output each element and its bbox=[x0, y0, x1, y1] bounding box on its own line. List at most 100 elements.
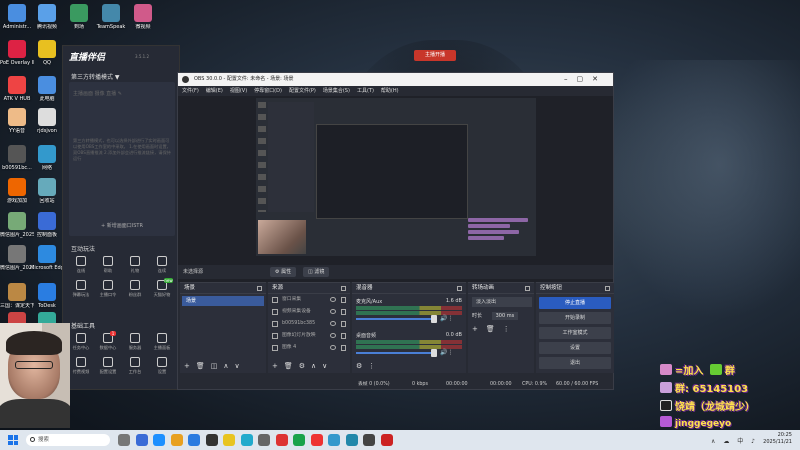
desktop-icon[interactable]: PoE Overlay II Standal... bbox=[0, 40, 34, 66]
scene-item[interactable]: 场景 bbox=[182, 296, 264, 306]
transition-toolbar[interactable]: +🗑⋮ bbox=[472, 325, 530, 333]
mode-dropdown[interactable]: 第三方转播模式 ▼ bbox=[71, 72, 120, 81]
lock-icon[interactable] bbox=[341, 309, 346, 315]
taskbar-app-icon[interactable] bbox=[118, 434, 130, 446]
tool-button[interactable]: 付费视频 bbox=[69, 357, 93, 375]
desktop-icon[interactable]: 腾讯视频 bbox=[30, 4, 64, 30]
tool-button[interactable]: 礼物 bbox=[123, 256, 147, 274]
desktop-icon[interactable]: TeamSpeak bbox=[94, 4, 128, 30]
scenes-toolbar[interactable]: +🗑◫∧∨ bbox=[180, 360, 266, 373]
taskbar-app-icon[interactable] bbox=[240, 434, 253, 446]
speaker-icon[interactable]: 🔊⋮ bbox=[440, 349, 453, 356]
volume-slider[interactable] bbox=[356, 349, 437, 357]
menu-item[interactable]: 帮助(H) bbox=[381, 88, 399, 94]
tool-button[interactable]: 任务中心 bbox=[69, 333, 93, 351]
tool-button[interactable]: 数据中心 1 bbox=[96, 331, 120, 351]
scene-tabs[interactable]: 主播画面 摄像 直播 ✎ bbox=[73, 90, 122, 97]
taskbar-app-icon[interactable] bbox=[223, 434, 235, 446]
taskbar-app-icon[interactable] bbox=[188, 434, 200, 446]
dock-float-icon[interactable] bbox=[525, 286, 530, 291]
menu-item[interactable]: 停靠窗口(D) bbox=[254, 88, 282, 94]
taskbar-app-icon[interactable] bbox=[328, 434, 340, 446]
desktop-icon[interactable]: YY语音 bbox=[0, 108, 34, 134]
desktop-icon[interactable]: rjdsjvon bbox=[30, 108, 64, 134]
tool-button[interactable]: 连线 bbox=[69, 256, 93, 274]
control-button[interactable]: 退出 bbox=[539, 357, 611, 369]
visibility-eye-icon[interactable] bbox=[330, 309, 336, 314]
taskbar-app-icon[interactable] bbox=[135, 434, 148, 446]
source-item[interactable]: 图像幻灯片放映 bbox=[268, 330, 350, 342]
mixer-toolbar[interactable]: ⚙⋮ bbox=[352, 360, 466, 373]
lock-icon[interactable] bbox=[341, 333, 346, 339]
control-button[interactable]: 开始录制 bbox=[539, 312, 611, 324]
tray-icons[interactable]: ∧ ☁ 中 ♪ bbox=[711, 436, 758, 445]
taskbar-app-icon[interactable] bbox=[275, 434, 288, 446]
visibility-eye-icon[interactable] bbox=[330, 321, 336, 326]
source-item[interactable]: 窗口采集 bbox=[268, 294, 350, 306]
visibility-eye-icon[interactable] bbox=[330, 333, 336, 338]
menu-item[interactable]: 工具(T) bbox=[357, 88, 374, 94]
control-button[interactable]: 停止直播 bbox=[539, 297, 611, 309]
window-controls[interactable]: –▢✕ bbox=[564, 73, 607, 86]
control-button[interactable]: 工作室模式 bbox=[539, 327, 611, 339]
menu-item[interactable]: 场景集合(S) bbox=[323, 88, 350, 94]
add-scene-button[interactable]: + 新增画面口ISTR bbox=[101, 222, 143, 229]
start-live-button[interactable]: 主播开播 bbox=[414, 50, 456, 61]
dock-float-icon[interactable] bbox=[605, 286, 610, 291]
menu-item[interactable]: 配置文件(P) bbox=[289, 88, 316, 94]
taskbar-app-icon[interactable] bbox=[380, 434, 393, 446]
taskbar-app-icon[interactable] bbox=[153, 434, 165, 446]
source-item[interactable]: 图像 4 bbox=[268, 342, 350, 354]
dock-float-icon[interactable] bbox=[341, 286, 346, 291]
taskbar-app-icon[interactable] bbox=[363, 434, 375, 446]
desktop-icon[interactable]: 微视频 bbox=[126, 4, 160, 30]
menu-item[interactable]: 视图(V) bbox=[230, 88, 247, 94]
taskbar-app-icon[interactable] bbox=[258, 434, 270, 446]
source-item[interactable]: b00591bc385 bbox=[268, 318, 350, 330]
desktop-icon[interactable]: 到场 bbox=[62, 4, 96, 30]
source-item[interactable]: 视频采集设备 bbox=[268, 306, 350, 318]
properties-button[interactable]: ⚙ 属性 bbox=[270, 267, 297, 277]
visibility-eye-icon[interactable] bbox=[330, 345, 336, 350]
desktop-icon[interactable]: 微信图片_2025040... bbox=[0, 245, 34, 271]
desktop-icon[interactable]: b00591bc... bbox=[0, 145, 34, 171]
windows-start-icon[interactable] bbox=[8, 435, 18, 445]
tool-button[interactable]: 主播口令 bbox=[96, 280, 120, 298]
tool-button[interactable]: 设置 bbox=[150, 357, 174, 375]
taskbar-app-icon[interactable] bbox=[293, 434, 305, 446]
menu-item[interactable]: 编辑(E) bbox=[206, 88, 223, 94]
tool-button[interactable]: 粉丝群 bbox=[123, 280, 147, 298]
tool-button[interactable]: 服务器 bbox=[123, 333, 147, 351]
slider-knob[interactable] bbox=[431, 349, 437, 357]
lock-icon[interactable] bbox=[341, 345, 346, 351]
desktop-icon[interactable]: 三国：谋定天下 bbox=[0, 283, 34, 309]
desktop-icon[interactable]: ATK V HUB bbox=[0, 76, 34, 102]
desktop-icon[interactable]: 此电脑 bbox=[30, 76, 64, 102]
volume-slider[interactable] bbox=[356, 315, 437, 323]
dock-float-icon[interactable] bbox=[257, 286, 262, 291]
transition-select[interactable]: 淡入淡出 bbox=[472, 297, 532, 307]
desktop-icon[interactable]: 网络 bbox=[30, 145, 64, 171]
dock-float-icon[interactable] bbox=[457, 286, 462, 291]
lock-icon[interactable] bbox=[341, 321, 346, 327]
desktop-icon[interactable]: ToDesk bbox=[30, 283, 64, 309]
desktop-icon[interactable]: 游戏加加 bbox=[0, 178, 34, 204]
taskbar-app-icon[interactable] bbox=[170, 434, 183, 446]
slider-knob[interactable] bbox=[431, 315, 437, 323]
desktop-icon[interactable]: QQ bbox=[30, 40, 64, 66]
tool-button[interactable]: 天猫好物 new bbox=[150, 278, 174, 298]
taskbar-app-icon[interactable] bbox=[205, 434, 218, 446]
filters-button[interactable]: ◫ 滤镜 bbox=[303, 267, 330, 277]
tool-button[interactable]: 配置设置 bbox=[96, 357, 120, 375]
tool-button[interactable]: 弹幕玩法 bbox=[69, 280, 93, 298]
desktop-icon[interactable]: 回收站 bbox=[30, 178, 64, 204]
tool-button[interactable]: 主播面板 bbox=[150, 333, 174, 351]
tool-button[interactable]: 工作台 bbox=[123, 357, 147, 375]
speaker-icon[interactable]: 🔊⋮ bbox=[440, 315, 453, 322]
menu-item[interactable]: 文件(F) bbox=[182, 88, 199, 94]
stream-preview[interactable] bbox=[256, 98, 536, 256]
desktop-icon[interactable]: 控制面板 bbox=[30, 212, 64, 238]
taskbar-app-icon[interactable] bbox=[345, 434, 358, 446]
tool-button[interactable]: 帮助 bbox=[96, 256, 120, 274]
desktop-icon[interactable]: 微信图片_2025040... bbox=[0, 212, 34, 238]
